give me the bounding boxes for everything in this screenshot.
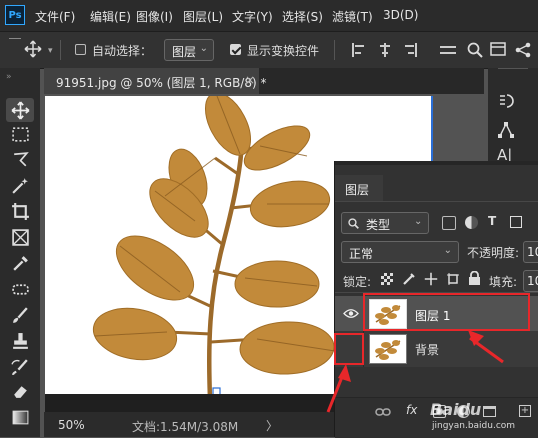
filter-adjustment-icon[interactable] bbox=[465, 216, 478, 229]
history-brush-tool-icon[interactable] bbox=[11, 358, 30, 377]
fill-value: 10 bbox=[527, 274, 538, 288]
align-right-icon[interactable] bbox=[403, 42, 417, 58]
canvas-bottom-area bbox=[45, 394, 335, 412]
lock-transparent-icon[interactable] bbox=[381, 273, 393, 285]
filter-shape-icon[interactable] bbox=[510, 216, 522, 228]
auto-select-target-dropdown[interactable]: 图层 ⌄ bbox=[164, 39, 214, 61]
zoom-level[interactable]: 50% bbox=[58, 418, 85, 432]
opacity-label: 不透明度: bbox=[467, 246, 520, 260]
show-transform-checkbox[interactable] bbox=[230, 44, 241, 55]
move-tool-icon[interactable] bbox=[24, 40, 42, 58]
menu-bar: Ps 文件(F) 编辑(E) 图像(I) 图层(L) 文字(Y) 选择(S) 滤… bbox=[0, 0, 538, 31]
auto-select-label: 自动选择： bbox=[92, 44, 153, 58]
share-icon[interactable] bbox=[514, 41, 532, 59]
history-panel-icon[interactable] bbox=[496, 92, 516, 112]
separator bbox=[335, 201, 538, 202]
right-dock: A| bbox=[488, 68, 538, 168]
lock-pixels-icon[interactable] bbox=[402, 272, 416, 286]
more-options-icon[interactable] bbox=[440, 45, 456, 55]
align-left-icon[interactable] bbox=[352, 42, 366, 58]
filter-pixel-icon[interactable] bbox=[442, 216, 456, 230]
lock-all-icon[interactable] bbox=[468, 271, 481, 286]
separator bbox=[334, 40, 335, 60]
brush-tool-icon[interactable] bbox=[11, 306, 30, 325]
separator bbox=[60, 40, 61, 60]
layer-filter-dropdown[interactable]: 类型 ⌄ bbox=[341, 212, 429, 234]
fill-label: 填充: bbox=[489, 275, 518, 289]
blend-mode-dropdown[interactable]: 正常 ⌄ bbox=[341, 241, 459, 263]
menu-layer[interactable]: 图层(L) bbox=[183, 8, 223, 25]
move-tool-icon[interactable] bbox=[11, 101, 30, 120]
photoshop-logo[interactable]: Ps bbox=[5, 5, 25, 25]
search-icon[interactable] bbox=[467, 42, 483, 58]
collapse-panel-icon[interactable]: » bbox=[6, 72, 12, 82]
opacity-input[interactable]: 10 bbox=[523, 241, 538, 263]
opacity-value: 10 bbox=[527, 245, 538, 259]
align-center-icon[interactable] bbox=[378, 42, 392, 58]
toolbar-grip bbox=[9, 38, 21, 39]
auto-select-checkbox[interactable] bbox=[75, 44, 86, 55]
chevron-down-icon: ⌄ bbox=[443, 245, 452, 256]
menu-edit[interactable]: 编辑(E) bbox=[90, 8, 131, 25]
frame-tool-icon[interactable] bbox=[11, 228, 30, 247]
document-tab[interactable]: 91951.jpg @ 50% (图层 1, RGB/8) * × bbox=[44, 68, 266, 94]
lock-artboard-icon[interactable] bbox=[446, 272, 460, 286]
chevron-down-icon: ⌄ bbox=[199, 43, 208, 54]
clone-stamp-tool-icon[interactable] bbox=[11, 332, 30, 351]
healing-brush-tool-icon[interactable] bbox=[11, 280, 30, 299]
blend-mode-value: 正常 bbox=[349, 247, 374, 261]
eyedropper-tool-icon[interactable] bbox=[11, 254, 30, 273]
menu-3d[interactable]: 3D(D) bbox=[383, 8, 418, 22]
marquee-tool-icon[interactable] bbox=[11, 125, 30, 144]
menu-file[interactable]: 文件(F) bbox=[35, 8, 75, 25]
paths-panel-icon[interactable] bbox=[496, 120, 516, 140]
close-tab-icon[interactable]: × bbox=[245, 73, 255, 87]
document-size[interactable]: 文档:1.54M/3.08M bbox=[132, 418, 238, 435]
dropdown-value: 图层 bbox=[172, 45, 197, 59]
workspace-icon[interactable] bbox=[490, 42, 506, 58]
tools-panel: » bbox=[0, 68, 40, 437]
tab-layers-label: 图层 bbox=[345, 183, 370, 197]
fill-input[interactable]: 10 bbox=[523, 270, 538, 292]
menu-type[interactable]: 文字(Y) bbox=[232, 8, 273, 25]
magic-wand-tool-icon[interactable] bbox=[11, 176, 30, 195]
menu-select[interactable]: 选择(S) bbox=[282, 8, 323, 25]
gradient-tool-icon[interactable] bbox=[11, 408, 30, 427]
chevron-down-icon: ⌄ bbox=[414, 216, 423, 227]
tab-layers[interactable]: 图层 bbox=[335, 175, 383, 201]
annotation-arrows bbox=[326, 330, 504, 413]
crop-tool-icon[interactable] bbox=[11, 202, 30, 221]
filter-type-icon[interactable]: T bbox=[488, 214, 496, 228]
lasso-tool-icon[interactable] bbox=[11, 150, 30, 169]
status-menu-arrow[interactable]: 〉 bbox=[266, 417, 278, 434]
menu-filter[interactable]: 滤镜(T) bbox=[332, 8, 373, 25]
lock-position-icon[interactable] bbox=[424, 272, 438, 286]
filter-type-value: 类型 bbox=[366, 218, 391, 232]
chevron-down-icon[interactable]: ▾ bbox=[48, 46, 53, 56]
search-icon bbox=[348, 218, 359, 229]
baidu-watermark-url: jingyan.baidu.com bbox=[432, 421, 516, 431]
options-bar: ▾ 自动选择： 图层 ⌄ 显示变换控件 bbox=[0, 31, 538, 69]
show-transform-label: 显示变换控件 bbox=[247, 44, 320, 58]
panel-top-strip bbox=[335, 161, 538, 165]
document-tab-title: 91951.jpg @ 50% (图层 1, RGB/8) * bbox=[56, 76, 267, 90]
lock-label: 锁定: bbox=[343, 275, 372, 289]
dock-grip bbox=[498, 68, 528, 69]
eraser-tool-icon[interactable] bbox=[11, 382, 30, 401]
menu-image[interactable]: 图像(I) bbox=[136, 8, 173, 25]
